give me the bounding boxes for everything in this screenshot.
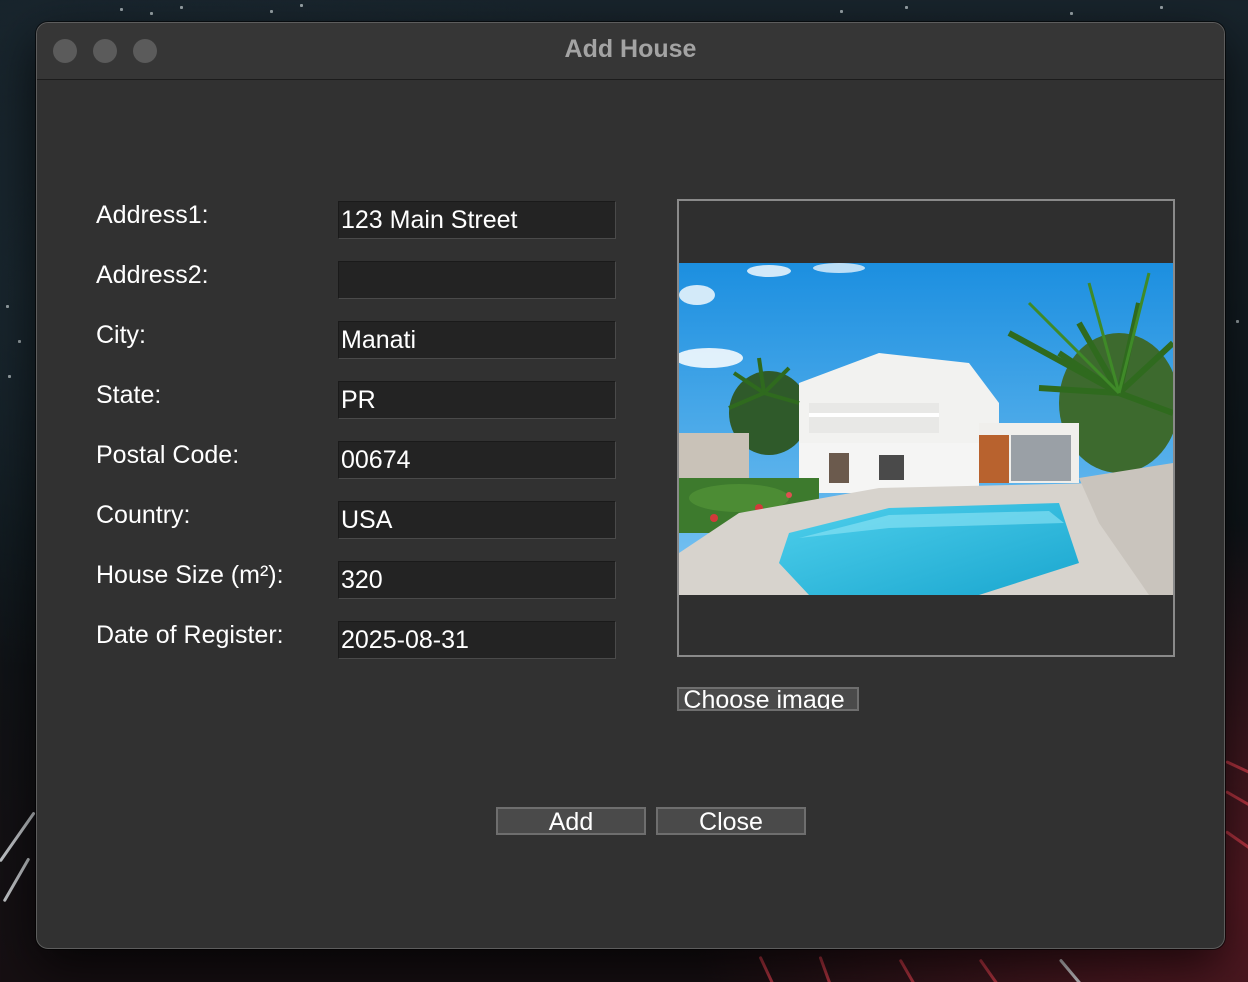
light-streak bbox=[1225, 760, 1248, 776]
city-light bbox=[6, 305, 9, 308]
city-light bbox=[180, 6, 183, 9]
country-label: Country: bbox=[96, 501, 191, 529]
window-title: Add House bbox=[564, 35, 697, 63]
country-field[interactable]: USA bbox=[338, 501, 616, 539]
postal-code-label: Postal Code: bbox=[96, 441, 240, 469]
light-streak bbox=[1225, 790, 1248, 808]
address2-field[interactable] bbox=[338, 261, 616, 299]
city-light bbox=[18, 340, 21, 343]
state-label: State: bbox=[96, 381, 162, 409]
city-field[interactable]: Manati bbox=[338, 321, 616, 359]
city-light bbox=[270, 10, 273, 13]
state-field[interactable]: PR bbox=[338, 381, 616, 419]
house-photo bbox=[679, 263, 1173, 595]
city-light bbox=[840, 10, 843, 13]
house-size-field[interactable]: 320 bbox=[338, 561, 616, 599]
title-bar[interactable]: Add House bbox=[37, 23, 1224, 80]
choose-image-button[interactable]: Choose image bbox=[677, 687, 859, 711]
address1-label: Address1: bbox=[96, 201, 209, 229]
close-button[interactable]: Close bbox=[656, 807, 806, 835]
city-light bbox=[905, 6, 908, 9]
city-light bbox=[1070, 12, 1073, 15]
add-button[interactable]: Add bbox=[496, 807, 646, 835]
house-photo-graphic bbox=[679, 263, 1173, 595]
city-light bbox=[150, 12, 153, 15]
date-of-register-field[interactable]: 2025-08-31 bbox=[338, 621, 616, 659]
light-streak bbox=[978, 958, 1005, 982]
city-light bbox=[120, 8, 123, 11]
city-light bbox=[1236, 320, 1239, 323]
city-label: City: bbox=[96, 321, 146, 349]
light-streak bbox=[1058, 958, 1087, 982]
date-of-register-label: Date of Register: bbox=[96, 621, 284, 649]
postal-code-field[interactable]: 00674 bbox=[338, 441, 616, 479]
city-light bbox=[1160, 6, 1163, 9]
house-size-label: House Size (m²): bbox=[96, 561, 284, 589]
light-streak bbox=[1225, 830, 1248, 850]
light-streak bbox=[758, 955, 779, 982]
light-streak bbox=[0, 811, 36, 863]
light-streak bbox=[818, 955, 836, 982]
address2-label: Address2: bbox=[96, 261, 209, 289]
light-streak bbox=[898, 958, 922, 982]
add-house-window: Add House Address1: 123 Main Street Addr… bbox=[36, 22, 1225, 949]
address1-field[interactable]: 123 Main Street bbox=[338, 201, 616, 239]
house-image-frame bbox=[677, 199, 1175, 657]
city-light bbox=[300, 4, 303, 7]
light-streak bbox=[2, 857, 31, 903]
city-light bbox=[8, 375, 11, 378]
